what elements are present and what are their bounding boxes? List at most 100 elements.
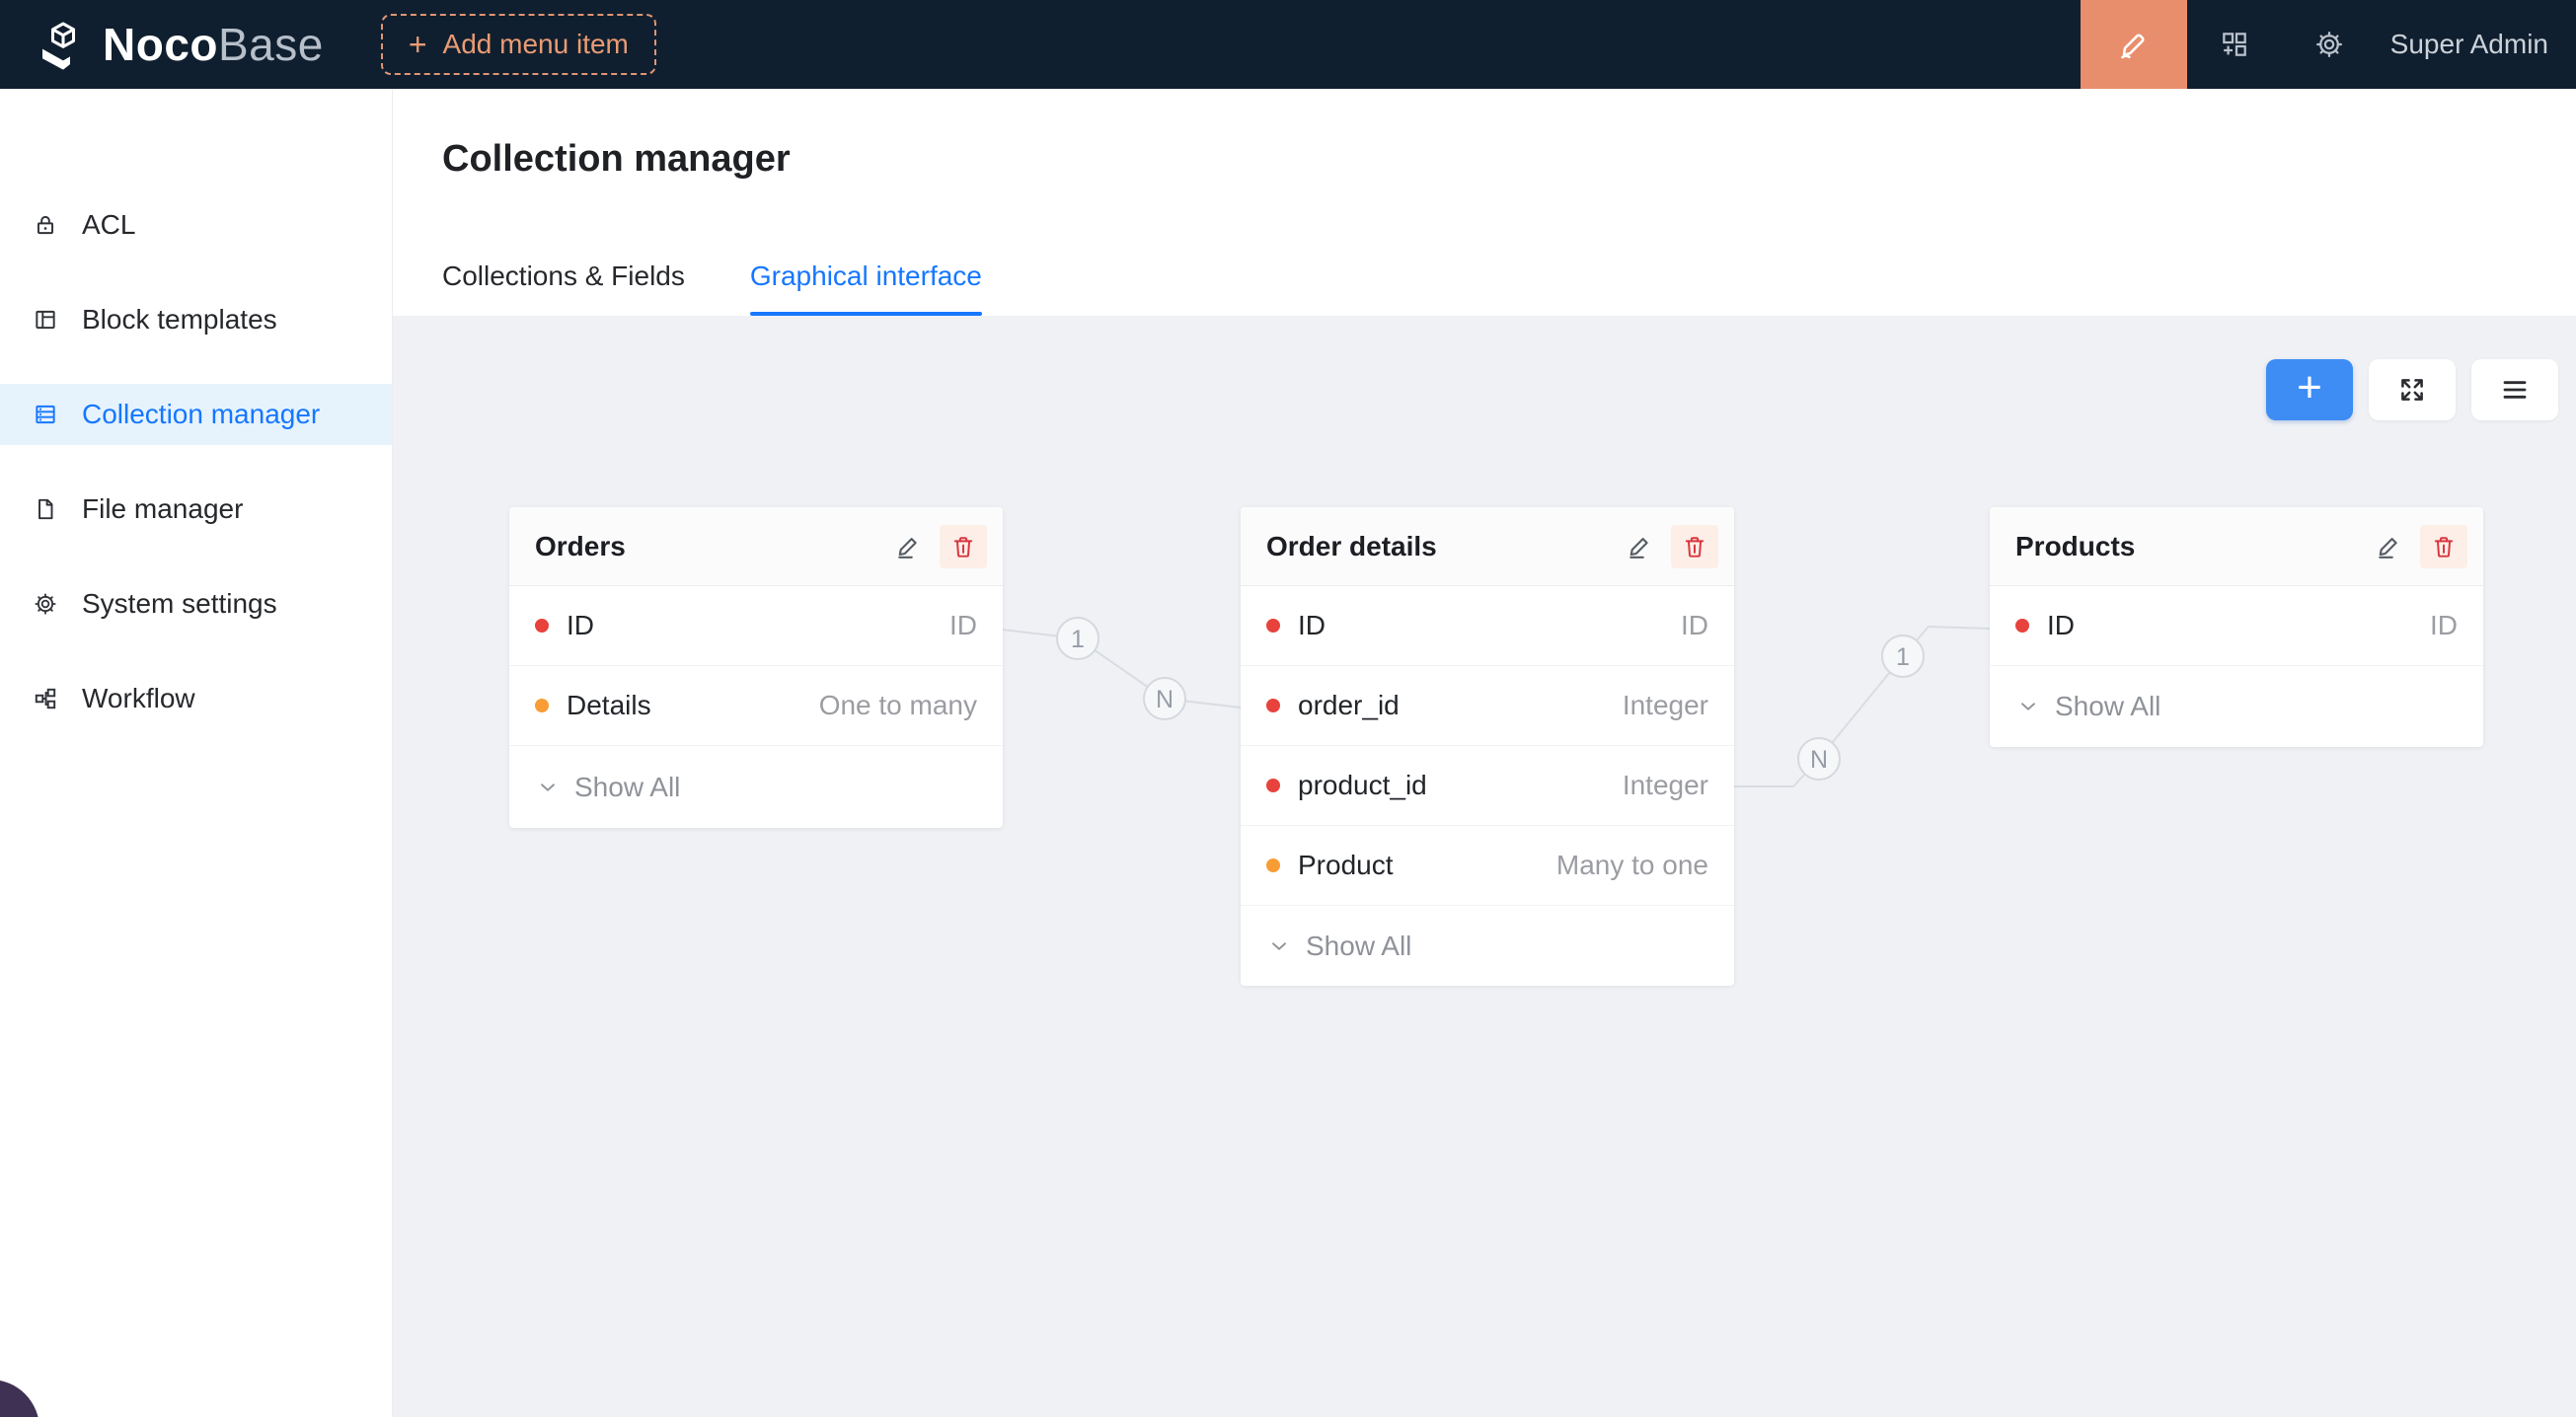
lock-icon [33,212,58,238]
delete-collection-button[interactable] [2420,525,2467,568]
actions-menu-button[interactable] [2471,359,2558,420]
sidebar-item-label: File manager [82,493,243,525]
chevron-down-icon [2015,694,2041,719]
collection-card-order-details[interactable]: Order details [1241,507,1734,986]
sidebar-menu: ACL Block templates [0,89,392,729]
tab-bar: Collections & Fields Graphical interface [442,237,982,316]
collection-title: Order details [1266,531,1618,562]
field-name: ID [567,610,949,641]
field-status-dot [535,699,549,712]
plus-icon: + [409,29,427,60]
show-all-toggle[interactable]: Show All [509,746,1003,828]
logo-text: NocoBase [103,18,324,71]
page-title: Collection manager [442,138,791,181]
top-navbar: NocoBase + Add menu item [0,0,2576,89]
collection-card-header: Products [1990,507,2483,586]
field-type: ID [949,610,977,641]
collection-card-header: Order details [1241,507,1734,586]
field-row: Details One to many [509,666,1003,746]
show-all-toggle[interactable]: Show All [1241,906,1734,986]
delete-collection-button[interactable] [1671,525,1718,568]
cardinality-label: 1 [1896,643,1910,671]
content-header: Collection manager Collections & Fields … [393,89,2576,316]
field-type: ID [2430,610,2458,641]
field-type: Integer [1623,770,1708,801]
nocobase-logo-icon [36,17,91,72]
field-status-dot [2015,619,2029,633]
field-name: ID [1298,610,1681,641]
nocobase-app: NocoBase + Add menu item [0,0,2576,1417]
plus-icon: + [2297,366,2322,410]
edit-collection-button[interactable] [2367,525,2410,568]
chevron-down-icon [1266,933,1292,959]
connection-orderdetails-products [1733,627,1990,786]
field-name: Details [567,690,819,721]
ui-editor-button[interactable] [2081,0,2187,89]
gear-icon [2313,29,2345,60]
field-status-dot [1266,699,1280,712]
nocobase-logo: NocoBase [36,17,324,72]
delete-collection-button[interactable] [940,525,987,568]
collection-card-orders[interactable]: Orders [509,507,1003,828]
fullscreen-icon [2396,374,2428,406]
add-menu-item-label: Add menu item [443,29,629,60]
field-row: order_id Integer [1241,666,1734,746]
partition-icon [33,686,58,711]
logo-text-secondary: Base [218,19,324,70]
collection-title: Products [2015,531,2367,562]
sidebar-item-file-manager[interactable]: File manager [0,479,392,540]
field-status-dot [1266,779,1280,792]
fullscreen-button[interactable] [2369,359,2456,420]
layout-icon [33,307,58,333]
chevron-down-icon [535,775,561,800]
sidebar-item-label: Block templates [82,304,277,336]
tab-graphical-interface[interactable]: Graphical interface [750,237,982,316]
appstore-add-icon [2219,29,2250,60]
sidebar-item-label: Collection manager [82,399,320,430]
field-type: Many to one [1556,850,1708,881]
sidebar-item-label: ACL [82,209,135,241]
user-menu[interactable]: Super Admin [2390,29,2548,60]
plugins-button[interactable] [2187,0,2282,89]
cardinality-label: 1 [1071,626,1085,653]
collection-title: Orders [535,531,886,562]
sidebar-item-acl[interactable]: ACL [0,194,392,256]
add-menu-item-button[interactable]: + Add menu item [381,14,656,75]
field-name: Product [1298,850,1556,881]
sidebar-item-label: Workflow [82,683,195,714]
sidebar-item-collection-manager[interactable]: Collection manager [0,384,392,445]
field-row: ID ID [1990,586,2483,666]
edit-collection-button[interactable] [886,525,930,568]
graph-canvas[interactable]: 1 N N 1 + [393,316,2576,1417]
field-row: ID ID [509,586,1003,666]
field-status-dot [1266,858,1280,872]
sidebar-item-system-settings[interactable]: System settings [0,573,392,634]
gear-icon [33,591,58,617]
edit-collection-button[interactable] [1618,525,1661,568]
field-name: ID [2047,610,2430,641]
cardinality-label: N [1156,686,1174,713]
add-collection-button[interactable]: + [2266,359,2353,420]
show-all-label: Show All [1306,931,1411,962]
sidebar-item-workflow[interactable]: Workflow [0,668,392,729]
show-all-label: Show All [2055,691,2160,722]
cardinality-label: N [1810,746,1828,774]
show-all-toggle[interactable]: Show All [1990,666,2483,747]
collection-card-products[interactable]: Products [1990,507,2483,747]
settings-button[interactable] [2282,0,2377,89]
field-status-dot [535,619,549,633]
field-status-dot [1266,619,1280,633]
sidebar-item-label: System settings [82,588,277,620]
field-row: ID ID [1241,586,1734,666]
sidebar-item-block-templates[interactable]: Block templates [0,289,392,350]
file-icon [33,496,58,522]
field-name: order_id [1298,690,1623,721]
tab-collections-fields[interactable]: Collections & Fields [442,237,685,316]
menu-icon [2499,374,2531,406]
logo-text-primary: Noco [103,19,218,70]
highlighter-icon [2116,27,2152,62]
field-name: product_id [1298,770,1623,801]
collection-table-icon [33,402,58,427]
field-row: Product Many to one [1241,826,1734,906]
field-type: ID [1681,610,1708,641]
